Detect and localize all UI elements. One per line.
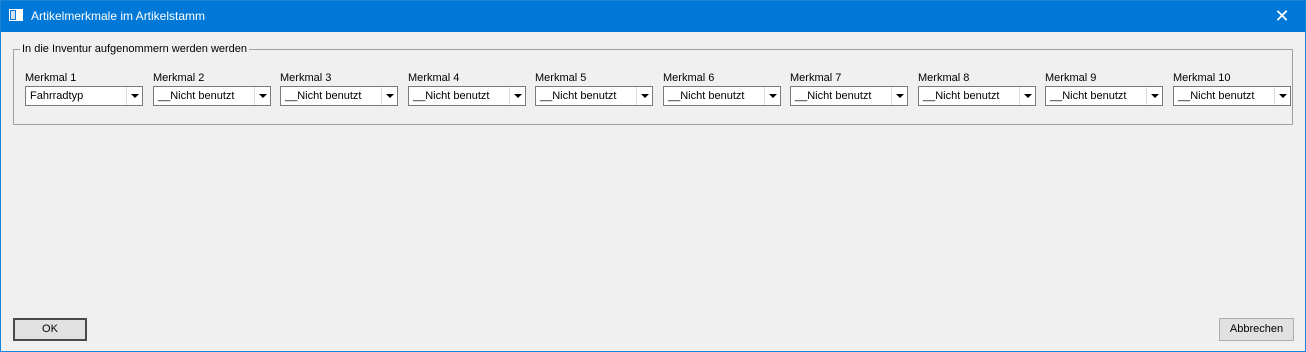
chevron-down-icon[interactable] — [509, 87, 525, 105]
field-merkmal-1: Merkmal 1 Fahrradtyp — [25, 71, 145, 106]
chevron-down-icon[interactable] — [126, 87, 142, 105]
combobox-value: __Nicht benutzt — [1178, 90, 1255, 102]
field-merkmal-8: Merkmal 8 __Nicht benutzt — [918, 71, 1038, 106]
chevron-down-icon[interactable] — [764, 87, 780, 105]
combobox-value: __Nicht benutzt — [668, 90, 745, 102]
merkmal-10-combobox[interactable]: __Nicht benutzt — [1173, 86, 1291, 106]
field-label: Merkmal 5 — [535, 72, 587, 84]
inventory-groupbox: In die Inventur aufgenommern werden werd… — [13, 42, 1293, 125]
field-merkmal-4: Merkmal 4 __Nicht benutzt — [408, 71, 528, 106]
window-title: Artikelmerkmale im Artikelstamm — [31, 9, 206, 23]
combobox-value: __Nicht benutzt — [158, 90, 235, 102]
close-icon: ✕ — [1274, 6, 1290, 26]
field-merkmal-5: Merkmal 5 __Nicht benutzt — [535, 71, 655, 106]
chevron-down-icon[interactable] — [891, 87, 907, 105]
combobox-value: __Nicht benutzt — [540, 90, 617, 102]
field-label: Merkmal 4 — [408, 72, 460, 84]
title-bar: Artikelmerkmale im Artikelstamm ✕ — [1, 1, 1305, 32]
combobox-value: __Nicht benutzt — [923, 90, 1000, 102]
field-merkmal-7: Merkmal 7 __Nicht benutzt — [790, 71, 910, 106]
merkmal-4-combobox[interactable]: __Nicht benutzt — [408, 86, 526, 106]
field-label: Merkmal 3 — [280, 72, 332, 84]
field-label: Merkmal 2 — [153, 72, 205, 84]
combobox-value: __Nicht benutzt — [795, 90, 872, 102]
chevron-down-icon[interactable] — [636, 87, 652, 105]
field-merkmal-9: Merkmal 9 __Nicht benutzt — [1045, 71, 1165, 106]
merkmal-5-combobox[interactable]: __Nicht benutzt — [535, 86, 653, 106]
chevron-down-icon[interactable] — [254, 87, 270, 105]
chevron-down-icon[interactable] — [381, 87, 397, 105]
close-button[interactable]: ✕ — [1259, 1, 1305, 32]
chevron-down-icon[interactable] — [1274, 87, 1290, 105]
groupbox-legend: In die Inventur aufgenommern werden werd… — [20, 42, 250, 56]
merkmal-9-combobox[interactable]: __Nicht benutzt — [1045, 86, 1163, 106]
dialog-window: Artikelmerkmale im Artikelstamm ✕ In die… — [0, 0, 1306, 352]
chevron-down-icon[interactable] — [1019, 87, 1035, 105]
merkmal-7-combobox[interactable]: __Nicht benutzt — [790, 86, 908, 106]
field-merkmal-6: Merkmal 6 __Nicht benutzt — [663, 71, 783, 106]
cancel-button[interactable]: Abbrechen — [1219, 318, 1294, 341]
field-label: Merkmal 1 — [25, 72, 77, 84]
field-label: Merkmal 7 — [790, 72, 842, 84]
merkmal-2-combobox[interactable]: __Nicht benutzt — [153, 86, 271, 106]
field-merkmal-2: Merkmal 2 __Nicht benutzt — [153, 71, 273, 106]
combobox-value: Fahrradtyp — [30, 90, 84, 102]
field-merkmal-10: Merkmal 10 __Nicht benutzt — [1173, 71, 1293, 106]
field-merkmal-3: Merkmal 3 __Nicht benutzt — [280, 71, 400, 106]
merkmal-6-combobox[interactable]: __Nicht benutzt — [663, 86, 781, 106]
field-label: Merkmal 8 — [918, 72, 970, 84]
merkmal-1-combobox[interactable]: Fahrradtyp — [25, 86, 143, 106]
combobox-value: __Nicht benutzt — [413, 90, 490, 102]
combobox-value: __Nicht benutzt — [285, 90, 362, 102]
chevron-down-icon[interactable] — [1146, 87, 1162, 105]
merkmal-8-combobox[interactable]: __Nicht benutzt — [918, 86, 1036, 106]
field-label: Merkmal 9 — [1045, 72, 1097, 84]
field-label: Merkmal 6 — [663, 72, 715, 84]
window-app-icon — [9, 9, 23, 21]
combobox-value: __Nicht benutzt — [1050, 90, 1127, 102]
field-label: Merkmal 10 — [1173, 72, 1231, 84]
merkmal-3-combobox[interactable]: __Nicht benutzt — [280, 86, 398, 106]
ok-button[interactable]: OK — [13, 318, 87, 341]
